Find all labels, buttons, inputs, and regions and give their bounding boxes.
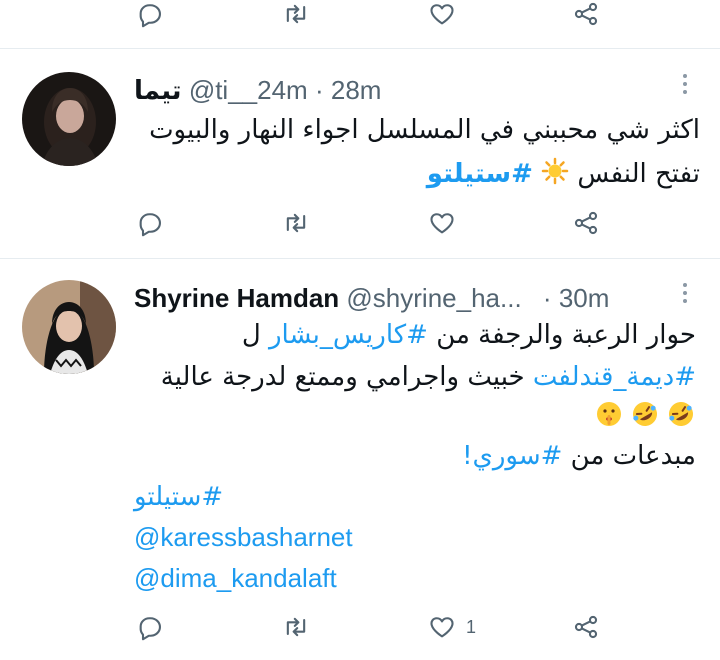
share-icon (574, 615, 598, 639)
heart-icon (430, 4, 454, 25)
separator: · (542, 283, 552, 313)
avatar[interactable] (22, 72, 116, 166)
tweet-header: تيما @ti__24m · 28m (134, 75, 381, 106)
divider (0, 258, 720, 259)
tweet-text: تفتح النفس (577, 159, 700, 189)
tweet-text-line: اكثر شي محببني في المسلسل اجواء النهار و… (149, 115, 700, 145)
like-button[interactable]: 1 (428, 607, 476, 647)
retweet-icon (286, 4, 306, 24)
tweet-text-line: #ستيلتو (134, 482, 223, 512)
tweet-text-line: تفتح النفس #ستيلتو (427, 157, 700, 192)
tweet-text: حوار الرعبة والرجفة من (436, 320, 696, 350)
more-options-icon[interactable] (681, 283, 689, 303)
reply-icon (139, 4, 161, 28)
avatar-photo (22, 72, 116, 166)
share-button[interactable] (572, 607, 600, 647)
hashtag-link[interactable]: #سوري! (462, 441, 562, 471)
reply-button[interactable] (136, 607, 164, 647)
reply-icon (139, 617, 161, 641)
like-button[interactable] (428, 203, 456, 243)
separator: · (314, 75, 324, 105)
display-name[interactable]: تيما (134, 76, 182, 106)
share-button[interactable] (572, 0, 600, 34)
retweet-button[interactable] (282, 607, 310, 647)
rolling-laughing-emoji (630, 399, 660, 433)
retweet-button[interactable] (282, 0, 310, 34)
share-icon (574, 211, 598, 235)
retweet-icon (286, 617, 306, 637)
heart-icon (430, 213, 454, 234)
reply-button[interactable] (136, 0, 164, 34)
mention-link[interactable]: @karessbasharnet (134, 522, 353, 552)
tweet-text: خبيث واجرامي وممتع لدرجة عالية (160, 362, 525, 392)
tweet-header: Shyrine Hamdan @shyrine_ha... · 30m (134, 283, 609, 314)
heart-icon (430, 617, 454, 638)
tweet-text-line: #ديمة_قندلفت خبيث واجرامي وممتع لدرجة عا… (161, 362, 696, 392)
tweet-text-line: @karessbasharnet (134, 522, 353, 553)
tweet-text: مبدعات من (570, 441, 696, 471)
tweet-text: ل (241, 320, 261, 350)
like-count: 1 (466, 616, 477, 637)
hashtag-link[interactable]: #ستيلتو (427, 159, 533, 189)
tweet-text-line: مبدعات من #سوري! (462, 441, 696, 471)
tweet2-action-bar: 1 (0, 607, 720, 647)
timestamp[interactable]: 28m (331, 75, 382, 105)
sun-emoji (541, 157, 569, 192)
shushing-face-emoji (594, 399, 624, 433)
avatar[interactable] (22, 280, 116, 374)
user-handle[interactable]: @ti__24m (189, 75, 308, 105)
hashtag-link[interactable]: #كاريس_بشار (269, 320, 428, 350)
tweet1-action-bar (0, 203, 720, 243)
display-name[interactable]: Shyrine Hamdan (134, 283, 339, 313)
share-button[interactable] (572, 203, 600, 243)
timestamp[interactable]: 30m (559, 283, 610, 313)
retweet-icon (286, 213, 306, 233)
share-icon (574, 2, 598, 26)
tweet0-action-bar (0, 0, 720, 34)
hashtag-link[interactable]: #ديمة_قندلفت (533, 362, 696, 392)
tweet-text: اكثر شي محببني في المسلسل اجواء النهار و… (149, 115, 700, 145)
mention-link[interactable]: @dima_kandalaft (134, 563, 337, 593)
tweet-text-line: @dima_kandalaft (134, 563, 337, 594)
retweet-button[interactable] (282, 203, 310, 243)
avatar-photo (22, 280, 116, 374)
tweet-text-line: حوار الرعبة والرجفة من #كاريس_بشار ل (242, 320, 696, 350)
more-options-icon[interactable] (681, 74, 689, 94)
divider (0, 48, 720, 49)
reply-button[interactable] (136, 203, 164, 243)
rolling-laughing-emoji (666, 399, 696, 433)
reply-icon (139, 213, 161, 237)
like-button[interactable] (428, 0, 456, 34)
user-handle[interactable]: @shyrine_ha... (346, 283, 521, 313)
emoji-row (594, 399, 696, 433)
hashtag-link[interactable]: #ستيلتو (134, 482, 223, 512)
